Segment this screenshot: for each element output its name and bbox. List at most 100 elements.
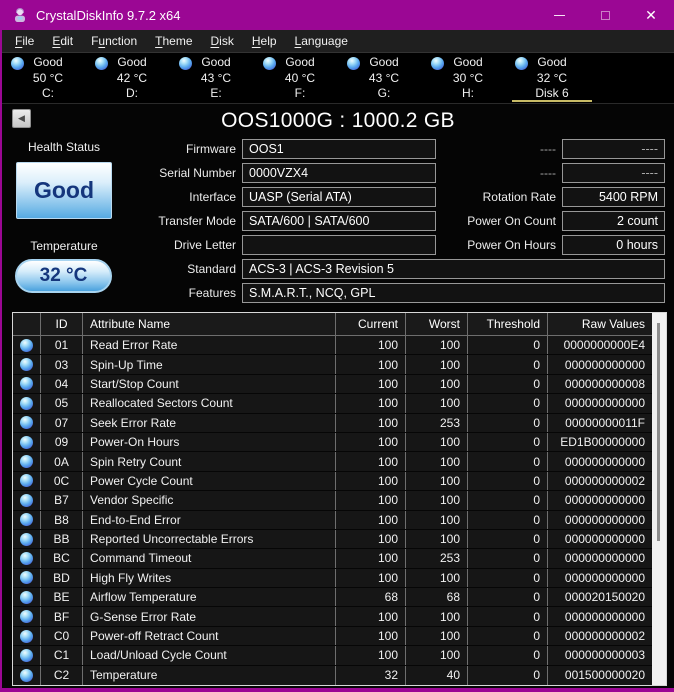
drive-tab[interactable]: Good 40 °C F: <box>258 53 342 103</box>
attribute-threshold: 0 <box>468 452 548 471</box>
attribute-name: End-to-End Error <box>83 510 336 529</box>
table-row[interactable]: 07 Seek Error Rate 100 253 0 00000000011… <box>13 413 652 433</box>
maximize-icon[interactable] <box>582 0 628 30</box>
field-row: ---- ---- <box>442 163 665 183</box>
window-title: CrystalDiskInfo 9.7.2 x64 <box>36 7 181 23</box>
close-icon[interactable]: ✕ <box>628 0 674 30</box>
attribute-status-orb-icon <box>20 668 33 682</box>
table-row[interactable]: B7 Vendor Specific 100 100 0 00000000000… <box>13 491 652 511</box>
attribute-name: Spin-Up Time <box>83 355 336 374</box>
menu-item[interactable]: File <box>6 30 43 52</box>
field-value: 0 hours <box>562 235 665 255</box>
attribute-name: G-Sense Error Rate <box>83 607 336 626</box>
attribute-current: 100 <box>336 549 406 568</box>
table-row[interactable]: C2 Temperature 32 40 0 001500000020 <box>13 665 652 685</box>
smart-table-main: ID Attribute Name Current Worst Threshol… <box>13 313 652 685</box>
attribute-name: Vendor Specific <box>83 491 336 510</box>
menu-item[interactable]: Help <box>243 30 286 52</box>
table-row[interactable]: 0A Spin Retry Count 100 100 0 0000000000… <box>13 452 652 472</box>
attribute-threshold: 0 <box>468 665 548 685</box>
field-value: S.M.A.R.T., NCQ, GPL <box>242 283 665 303</box>
field-label: Features <box>188 286 236 300</box>
menu-item[interactable]: Fu nction <box>82 30 146 52</box>
attribute-name: Power-On Hours <box>83 432 336 452</box>
attribute-id: BE <box>41 588 83 607</box>
attribute-threshold: 0 <box>468 568 548 588</box>
field-row: Firmware OOS1 <box>122 139 436 159</box>
attribute-raw-values: 000000000000 <box>564 551 645 566</box>
attribute-worst: 100 <box>406 529 468 549</box>
row-status-cell <box>13 432 41 452</box>
attribute-id: C1 <box>41 646 83 665</box>
table-row[interactable]: BB Reported Uncorrectable Errors 100 100… <box>13 529 652 550</box>
drive-tab[interactable]: Good 42 °C D: <box>90 53 174 103</box>
row-status-cell <box>13 549 41 568</box>
attribute-worst: 100 <box>406 626 468 646</box>
attribute-threshold: 0 <box>468 510 548 529</box>
window-controls: ✕ <box>536 0 674 30</box>
table-row[interactable]: B8 End-to-End Error 100 100 0 0000000000… <box>13 510 652 530</box>
table-row[interactable]: BC Command Timeout 100 253 0 00000000000… <box>13 549 652 569</box>
scrollbar-thumb[interactable] <box>657 323 660 541</box>
attribute-name: High Fly Writes <box>83 568 336 588</box>
drive-tab[interactable]: Good 32 °C Disk 6 <box>510 53 594 103</box>
drive-tab[interactable]: Good 30 °C H: <box>426 53 510 103</box>
attribute-worst: 100 <box>406 374 468 394</box>
drive-tab[interactable]: Good 43 °C E: <box>174 53 258 103</box>
attribute-status-orb-icon <box>20 571 33 585</box>
header-worst: Worst <box>406 313 468 335</box>
attribute-id: 09 <box>41 432 83 452</box>
drive-tab[interactable]: Good 43 °C G: <box>342 53 426 103</box>
attribute-id: 0A <box>41 452 83 471</box>
drive-tab[interactable]: Good 50 °C C: <box>6 53 90 103</box>
table-row[interactable]: 03 Spin-Up Time 100 100 0 000000000000 <box>13 355 652 375</box>
tab-drive-label: C: <box>42 86 54 100</box>
field-row: Drive Letter <box>122 235 436 255</box>
table-row[interactable]: 0C Power Cycle Count 100 100 0 000000000… <box>13 471 652 492</box>
attribute-status-orb-icon <box>20 338 33 352</box>
row-status-cell <box>13 529 41 549</box>
table-row[interactable]: C1 Load/Unload Cycle Count 100 100 0 000… <box>13 646 652 666</box>
attribute-name: Power Cycle Count <box>83 471 336 491</box>
menu-item[interactable]: Edit <box>43 30 82 52</box>
table-row[interactable]: BF G-Sense Error Rate 100 100 0 00000000… <box>13 607 652 627</box>
attribute-raw-values: 000020150020 <box>564 590 645 605</box>
attribute-raw-values: 00000000011F <box>565 415 645 430</box>
attribute-worst: 100 <box>406 355 468 374</box>
menu-bar: File Edit Fu nction Theme Disk Help Langu… <box>2 30 674 53</box>
attribute-name: Spin Retry Count <box>83 452 336 471</box>
menu-item[interactable]: Disk <box>202 30 243 52</box>
attribute-threshold: 0 <box>468 529 548 549</box>
attribute-status-orb-icon <box>20 532 33 546</box>
attribute-current: 100 <box>336 355 406 374</box>
attribute-worst: 100 <box>406 394 468 413</box>
minimize-icon[interactable] <box>536 0 582 30</box>
table-scrollbar[interactable] <box>652 313 666 685</box>
field-label: Transfer Mode <box>158 214 236 228</box>
header-status <box>13 313 41 335</box>
attribute-name: Command Timeout <box>83 549 336 568</box>
attribute-current: 100 <box>336 452 406 471</box>
attribute-raw-values: 0000000000E4 <box>563 338 645 353</box>
attribute-name: Read Error Rate <box>83 336 336 355</box>
field-value: 0000VZX4 <box>242 163 436 183</box>
attribute-current: 100 <box>336 471 406 491</box>
field-label: Firmware <box>186 142 236 156</box>
menu-item[interactable]: Theme <box>146 30 201 52</box>
attribute-raw-values: 000000000008 <box>564 376 645 391</box>
row-status-cell <box>13 568 41 588</box>
attribute-current: 100 <box>336 394 406 413</box>
table-row[interactable]: 09 Power-On Hours 100 100 0 ED1B00000000 <box>13 432 652 453</box>
table-row[interactable]: BE Airflow Temperature 68 68 0 000020150… <box>13 588 652 608</box>
table-row[interactable]: 04 Start/Stop Count 100 100 0 0000000000… <box>13 374 652 395</box>
table-row[interactable]: 01 Read Error Rate 100 100 0 0000000000E… <box>13 336 652 356</box>
menu-item[interactable]: Language <box>286 30 357 52</box>
attribute-threshold: 0 <box>468 588 548 607</box>
table-row[interactable]: C0 Power-off Retract Count 100 100 0 000… <box>13 626 652 647</box>
attribute-id: C0 <box>41 626 83 646</box>
attribute-status-orb-icon <box>20 493 33 507</box>
smart-table-header: ID Attribute Name Current Worst Threshol… <box>13 313 652 336</box>
table-row[interactable]: 05 Reallocated Sectors Count 100 100 0 0… <box>13 394 652 414</box>
table-row[interactable]: BD High Fly Writes 100 100 0 00000000000… <box>13 568 652 589</box>
attribute-name: Temperature <box>83 665 336 685</box>
